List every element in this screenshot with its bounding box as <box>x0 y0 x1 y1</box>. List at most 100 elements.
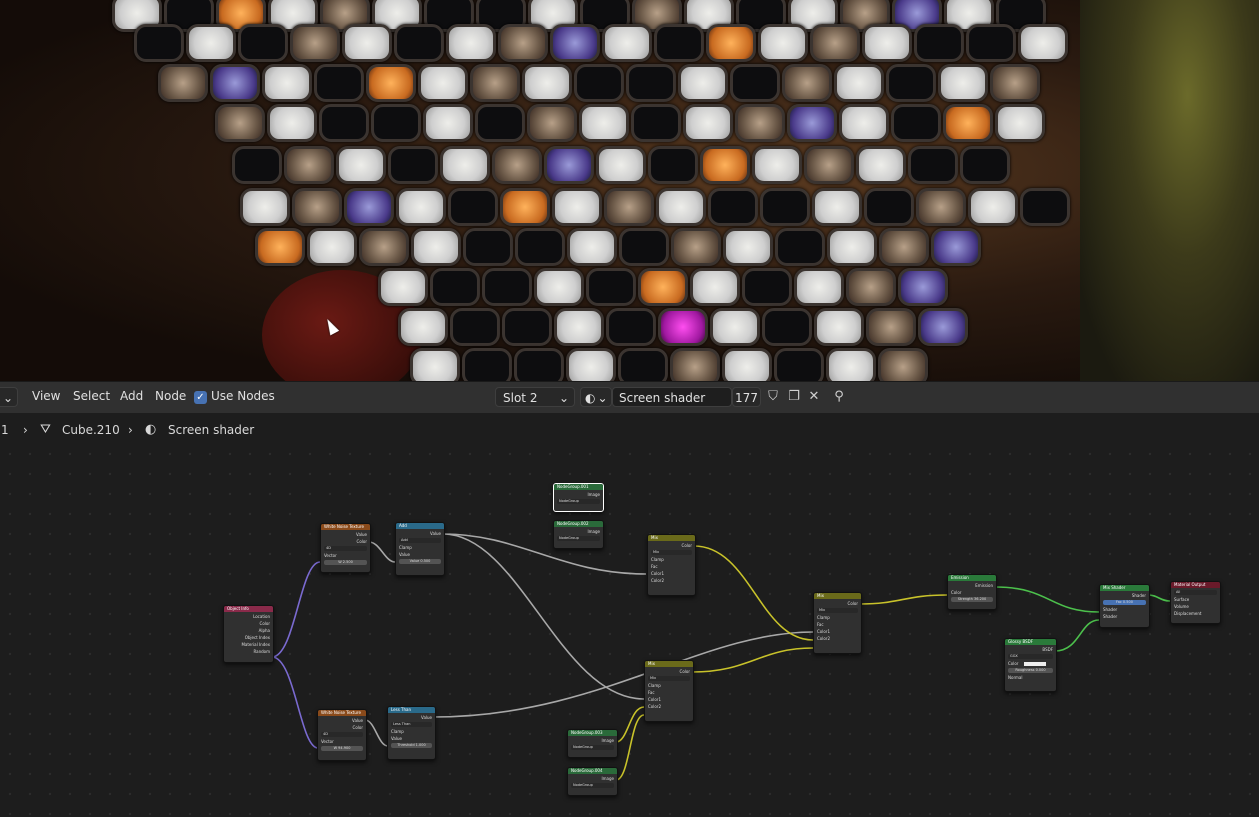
tv-screen <box>891 104 941 142</box>
target-dropdown[interactable]: All <box>1174 590 1217 595</box>
material-browse-button[interactable]: ◐ ⌄ <box>580 387 612 407</box>
tv-screen <box>586 268 636 306</box>
tv-screen <box>968 188 1018 226</box>
fac-field[interactable]: Fac 0.500 <box>1103 600 1146 605</box>
tv-screen <box>1018 24 1068 62</box>
w-field[interactable]: W 94.900 <box>321 746 363 751</box>
node-mix-b[interactable]: Mix Color Mix Clamp Fac Color1 Color2 <box>644 660 694 722</box>
node-group-002[interactable]: NodeGroup.002 Image NodeGroup <box>553 520 604 549</box>
tv-screen <box>396 188 446 226</box>
unlink-close-icon[interactable]: ✕ <box>805 388 823 406</box>
node-group-004[interactable]: NodeGroup.004 Image NodeGroup <box>567 767 618 796</box>
chevron-down-icon: ⌄ <box>597 391 608 405</box>
breadcrumb-prefix: 1 <box>1 423 9 437</box>
nodegroup-selector[interactable]: NodeGroup <box>557 499 600 504</box>
tv-screen <box>914 24 964 62</box>
threshold-value: 1.000 <box>415 743 426 747</box>
tv-screen <box>186 24 236 62</box>
node-canvas[interactable]: Object Info Location Color Alpha Object … <box>0 444 1259 817</box>
menu-node[interactable]: Node <box>155 389 186 403</box>
color-socket[interactable]: Color <box>1008 660 1053 667</box>
clamp-checkbox[interactable]: Clamp <box>648 682 690 689</box>
clamp-checkbox[interactable]: Clamp <box>391 728 432 735</box>
3d-viewport[interactable] <box>0 0 1259 381</box>
tv-screen <box>366 64 416 102</box>
tv-screen <box>470 64 520 102</box>
tv-screen <box>344 188 394 226</box>
tv-screen <box>990 64 1040 102</box>
use-nodes-checkbox[interactable]: ✓ <box>194 391 207 404</box>
socket-label: Color2 <box>651 578 664 583</box>
node-group-001[interactable]: NodeGroup.001 Image NodeGroup <box>553 483 604 512</box>
tv-screen <box>648 146 698 184</box>
tv-screen <box>762 308 812 346</box>
nodegroup-selector[interactable]: NodeGroup <box>571 783 614 788</box>
tv-screen <box>515 228 565 266</box>
tv-screen <box>631 104 681 142</box>
threshold-field[interactable]: Threshold 1.000 <box>391 743 432 748</box>
node-mix-a[interactable]: Mix Color Mix Clamp Fac Color1 Color2 <box>647 534 696 596</box>
nodegroup-selector[interactable]: NodeGroup <box>557 536 600 541</box>
dimensions-dropdown[interactable]: 4D <box>324 546 367 551</box>
pin-icon[interactable]: ⚲ <box>830 388 848 406</box>
tv-screen <box>834 64 884 102</box>
strength-field[interactable]: Strength 36.200 <box>951 597 993 602</box>
menu-add[interactable]: Add <box>120 389 143 403</box>
socket-label: Shader <box>1103 614 1118 619</box>
nodegroup-selector[interactable]: NodeGroup <box>571 745 614 750</box>
slot-dropdown[interactable]: Slot 2 ⌄ <box>495 387 575 407</box>
value-field[interactable]: Value 0.500 <box>399 559 441 564</box>
node-white-noise-2[interactable]: White Noise Texture Value Color 4D Vecto… <box>317 709 367 761</box>
node-object-info[interactable]: Object Info Location Color Alpha Object … <box>223 605 274 663</box>
node-material-output[interactable]: Material Output All Surface Volume Displ… <box>1170 581 1221 624</box>
node-mix-c[interactable]: Mix Color Mix Clamp Fac Color1 Color2 <box>813 592 862 654</box>
material-user-count[interactable]: 177 <box>732 387 761 407</box>
socket-label: Color <box>681 543 692 548</box>
blend-mode-dropdown[interactable]: Mix <box>817 608 858 613</box>
tv-screen <box>462 348 512 381</box>
tv-screen <box>606 308 656 346</box>
threshold-label: Threshold <box>397 743 415 747</box>
node-group-003[interactable]: NodeGroup.003 Image NodeGroup <box>567 729 618 758</box>
tv-screen <box>943 104 993 142</box>
menu-view[interactable]: View <box>32 389 60 403</box>
color-swatch[interactable] <box>1024 662 1047 666</box>
node-title: White Noise Texture <box>321 524 370 530</box>
tv-screen <box>812 188 862 226</box>
clamp-checkbox[interactable]: Clamp <box>651 556 692 563</box>
blend-mode-dropdown[interactable]: Mix <box>648 676 690 681</box>
material-sphere-icon: ◐ <box>145 422 157 437</box>
node-emission[interactable]: Emission Emission Color Strength 36.200 <box>947 574 997 610</box>
operation-dropdown[interactable]: Less Than <box>391 722 432 727</box>
tv-screen <box>826 348 876 381</box>
material-name-field[interactable]: Screen shader <box>612 387 732 407</box>
link-mixc-emission <box>859 594 948 605</box>
node-glossy-bsdf[interactable]: Glossy BSDF BSDF GGX Color Roughness 0.0… <box>1004 638 1057 692</box>
menu-select[interactable]: Select <box>73 389 110 403</box>
node-mix-shader[interactable]: Mix Shader Shader Fac 0.500 Shader Shade… <box>1099 584 1150 628</box>
roughness-field[interactable]: Roughness 0.000 <box>1008 668 1053 673</box>
tv-screen <box>284 146 334 184</box>
use-nodes-label[interactable]: Use Nodes <box>211 389 275 403</box>
duplicate-material-icon[interactable]: ❐ <box>785 388 803 406</box>
clamp-checkbox[interactable]: Clamp <box>399 544 441 551</box>
node-less-than[interactable]: Less Than Value Less Than Clamp Value Th… <box>387 706 436 760</box>
tv-screen <box>502 308 552 346</box>
operation-dropdown[interactable]: Add <box>399 538 441 543</box>
editor-type-dropdown[interactable]: ⌄ <box>0 387 18 407</box>
dimensions-dropdown[interactable]: 4D <box>321 732 363 737</box>
tv-screen <box>810 24 860 62</box>
node-links <box>271 533 1171 781</box>
tv-screen <box>238 24 288 62</box>
tv-screen <box>579 104 629 142</box>
strength-label: Strength <box>957 597 973 601</box>
node-add[interactable]: Add Value Add Clamp Value Value 0.500 <box>395 522 445 576</box>
distribution-dropdown[interactable]: GGX <box>1008 654 1053 659</box>
blend-mode-dropdown[interactable]: Mix <box>651 550 692 555</box>
fake-user-shield-icon[interactable]: ⛉ <box>764 388 782 406</box>
tv-screen <box>378 268 428 306</box>
tv-screen <box>527 104 577 142</box>
node-white-noise-1[interactable]: White Noise Texture Value Color 4D Vecto… <box>320 523 371 573</box>
w-field[interactable]: W 2.500 <box>324 560 367 565</box>
clamp-checkbox[interactable]: Clamp <box>817 614 858 621</box>
